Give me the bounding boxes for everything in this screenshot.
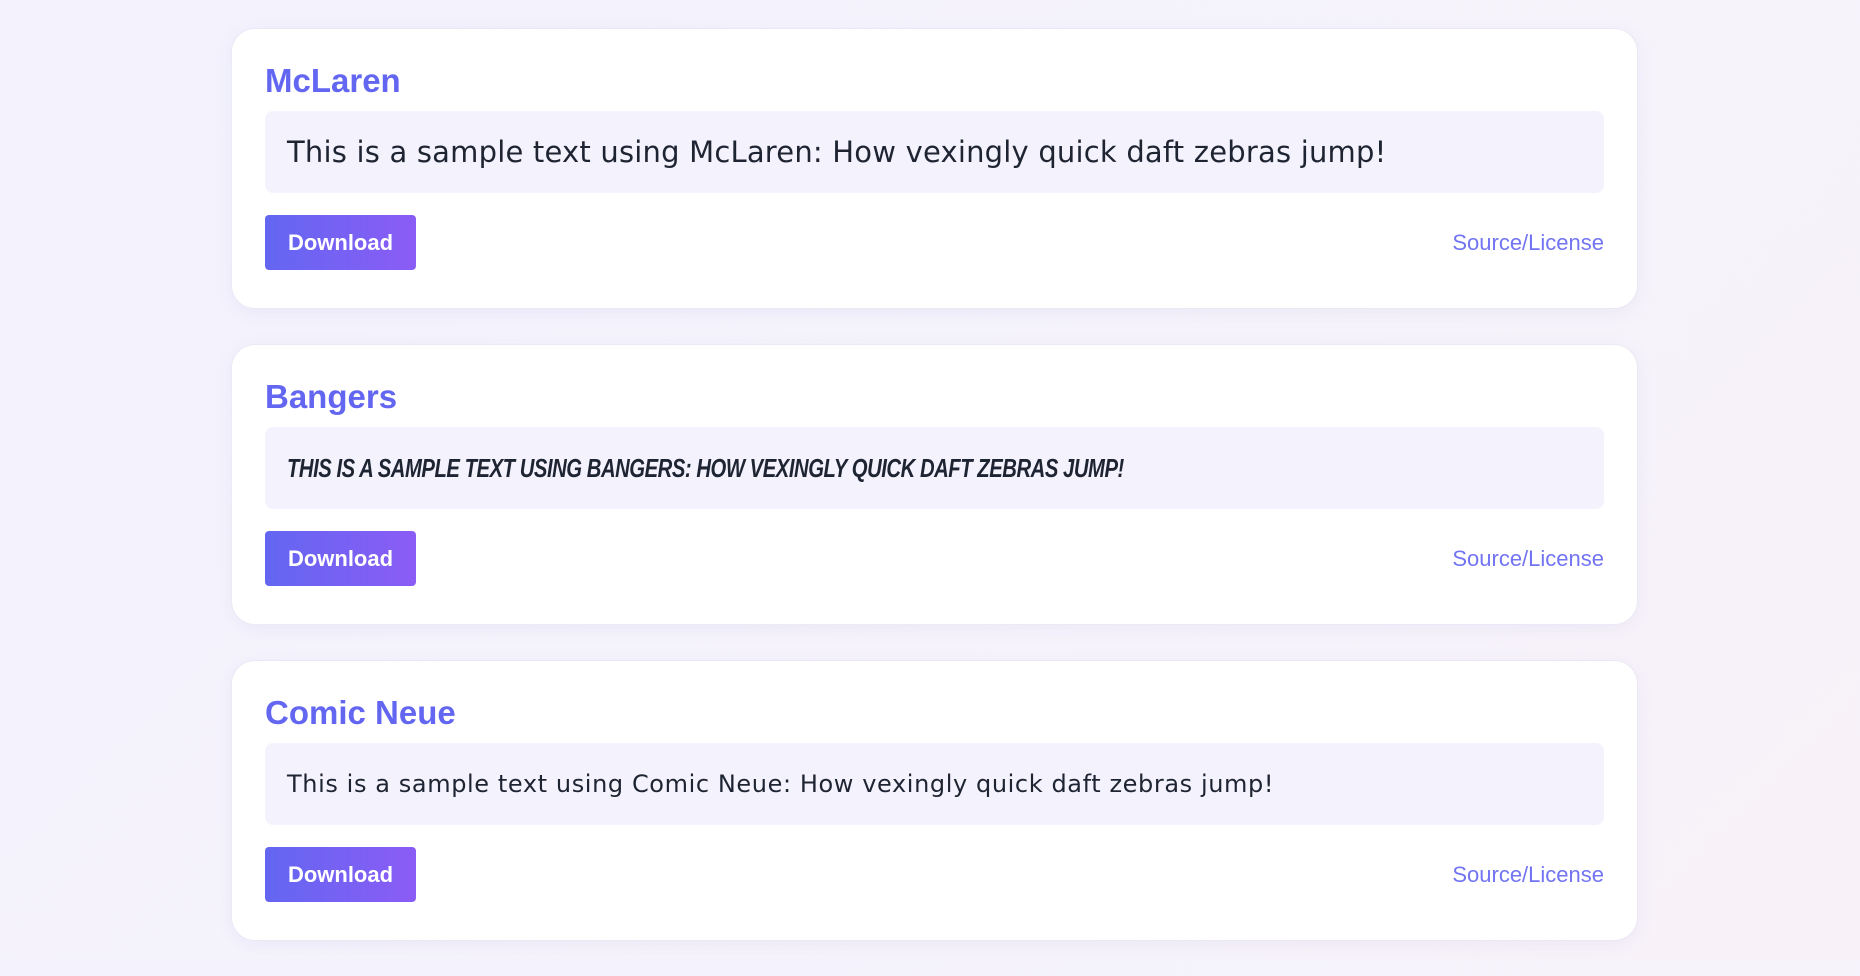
font-name: Comic Neue [265,694,456,731]
source-license-link[interactable]: Source/License [1452,230,1604,256]
font-card: Comic Neue This is a sample text using C… [231,660,1638,941]
download-button[interactable]: Download [265,215,416,270]
card-actions: Download Source/License [265,531,1604,586]
card-actions: Download Source/License [265,215,1604,270]
font-sample-text: This is a sample text using Comic Neue: … [265,743,1604,825]
download-button[interactable]: Download [265,847,416,902]
font-name: Bangers [265,378,398,415]
source-license-link[interactable]: Source/License [1452,862,1604,888]
font-sample-label: This is a sample text using Bangers: How… [287,452,1124,483]
font-name: McLaren [265,62,401,99]
font-sample-text: This is a sample text using Bangers: How… [265,427,1604,509]
font-sample-text: This is a sample text using McLaren: How… [265,111,1604,193]
font-card: McLaren This is a sample text using McLa… [231,28,1638,309]
download-button[interactable]: Download [265,531,416,586]
source-license-link[interactable]: Source/License [1452,546,1604,572]
font-card: Bangers This is a sample text using Bang… [231,344,1638,625]
card-actions: Download Source/License [265,847,1604,902]
font-card-list: McLaren This is a sample text using McLa… [231,28,1638,976]
